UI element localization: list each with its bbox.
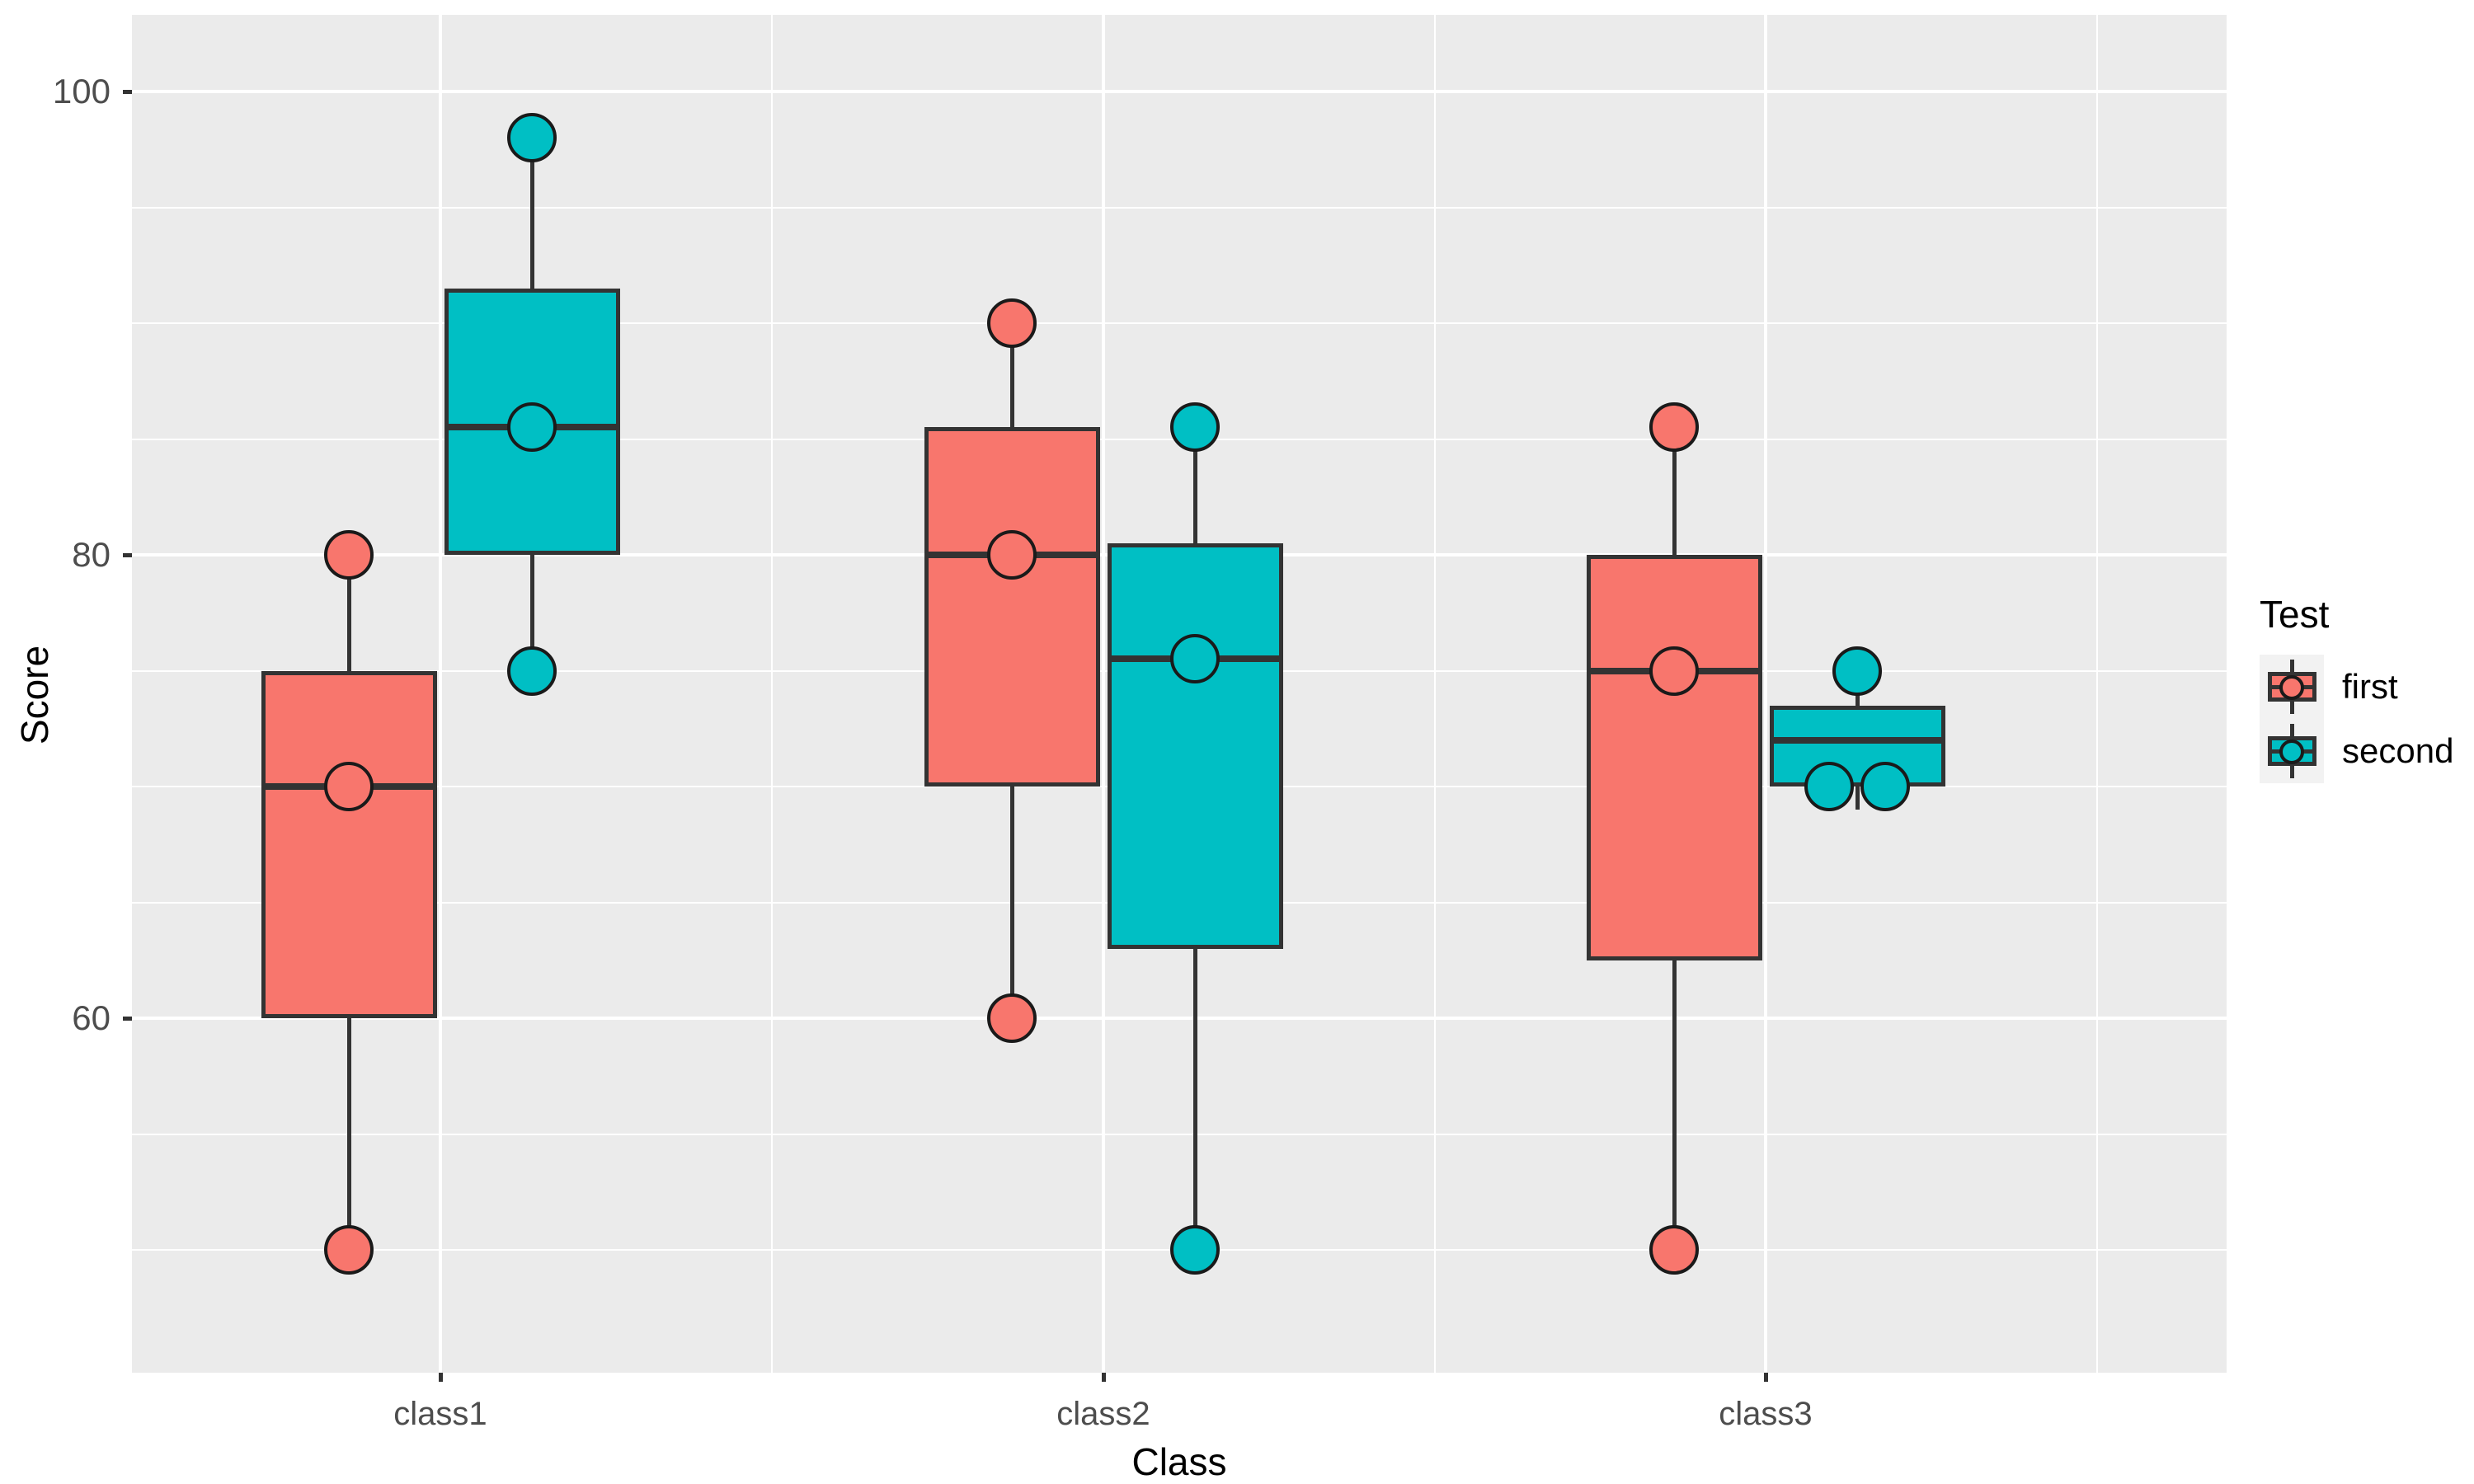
y-tick-label: 100 — [52, 72, 111, 110]
data-point — [324, 762, 374, 811]
points-layer — [132, 15, 2227, 1373]
legend-label: second — [2342, 731, 2454, 770]
legend-whisker-bottom — [2290, 701, 2294, 714]
y-tick-label: 60 — [72, 998, 111, 1037]
legend-point-glyph — [2279, 675, 2304, 700]
legend-items: first second — [2260, 655, 2466, 783]
plot-panel — [132, 15, 2227, 1373]
legend-key-icon — [2260, 655, 2324, 719]
legend-whisker-top — [2290, 724, 2294, 737]
data-point — [987, 530, 1037, 580]
data-point — [1860, 762, 1910, 811]
legend-item-first[interactable]: first — [2260, 655, 2466, 719]
data-point — [987, 298, 1037, 348]
data-point — [1804, 762, 1854, 811]
legend-label: first — [2342, 667, 2398, 706]
legend-key-icon — [2260, 719, 2324, 783]
x-tick-label-class1: class1 — [393, 1396, 487, 1432]
y-tick-mark — [123, 90, 132, 94]
data-point — [1170, 634, 1220, 684]
data-point — [507, 402, 557, 453]
boxplot-chart: 100 80 60 Score class1 class2 class3 Class T… — [0, 0, 2474, 1484]
y-tick-label: 80 — [72, 535, 111, 574]
x-tick-label-class2: class2 — [1056, 1396, 1150, 1432]
legend: Test first second — [2260, 595, 2466, 783]
data-point — [1649, 402, 1699, 453]
data-point — [324, 1225, 374, 1275]
x-tick-mark — [1101, 1373, 1106, 1382]
legend-point-glyph — [2279, 740, 2304, 764]
x-tick-mark — [1763, 1373, 1768, 1382]
x-tick-mark — [438, 1373, 443, 1382]
y-tick-mark — [123, 553, 132, 557]
legend-title: Test — [2260, 593, 2330, 636]
data-point — [1832, 646, 1882, 696]
x-axis-title: Class — [1131, 1440, 1227, 1483]
data-point — [507, 646, 557, 696]
y-tick-mark — [123, 1017, 132, 1021]
data-point — [507, 113, 557, 163]
data-point — [987, 993, 1037, 1043]
legend-item-second[interactable]: second — [2260, 719, 2466, 783]
data-point — [1170, 402, 1220, 453]
legend-whisker-bottom — [2290, 765, 2294, 778]
data-point — [1649, 1225, 1699, 1275]
data-point — [1170, 1225, 1220, 1275]
data-point — [1649, 646, 1699, 696]
x-tick-label-class3: class3 — [1719, 1396, 1813, 1432]
data-point — [324, 530, 374, 580]
y-axis-title: Score — [13, 645, 56, 745]
legend-whisker-top — [2290, 660, 2294, 673]
